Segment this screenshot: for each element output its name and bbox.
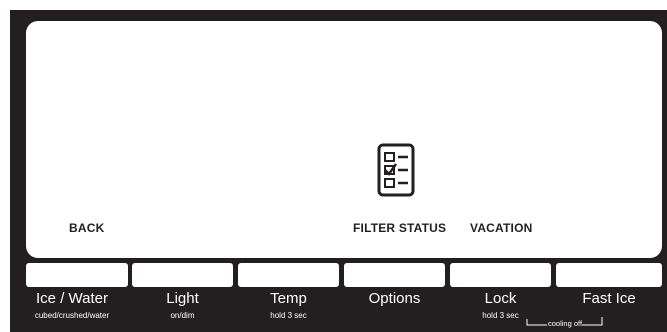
temp-label: Temp [270,290,307,307]
ice-water-label: Ice / Water [36,290,108,307]
fast-ice-label: Fast Ice [582,290,636,307]
control-panel: BACK FILTER STATUS VACATION Ice / Water … [10,10,667,332]
ice-water-button[interactable] [26,263,128,287]
light-sublabel: on/dim [170,311,195,320]
fast-ice-button[interactable] [556,263,662,287]
cooling-off-label: cooling off [548,319,583,328]
lock-button[interactable] [450,263,551,287]
light-button[interactable] [132,263,233,287]
options-label: Options [368,290,421,307]
light-label: Light [166,290,199,307]
lock-label: Lock [484,290,517,307]
filter-status-label[interactable]: FILTER STATUS [353,221,446,235]
lock-sublabel: hold 3 sec [482,311,519,320]
ice-water-sublabel: cubed/crushed/water [34,311,110,320]
vacation-label[interactable]: VACATION [470,221,533,235]
options-button[interactable] [344,263,445,287]
temp-button[interactable] [238,263,339,287]
back-label[interactable]: BACK [69,221,104,235]
checklist-icon [377,143,415,197]
temp-sublabel: hold 3 sec [270,311,307,320]
display-screen: BACK FILTER STATUS VACATION [26,21,662,258]
